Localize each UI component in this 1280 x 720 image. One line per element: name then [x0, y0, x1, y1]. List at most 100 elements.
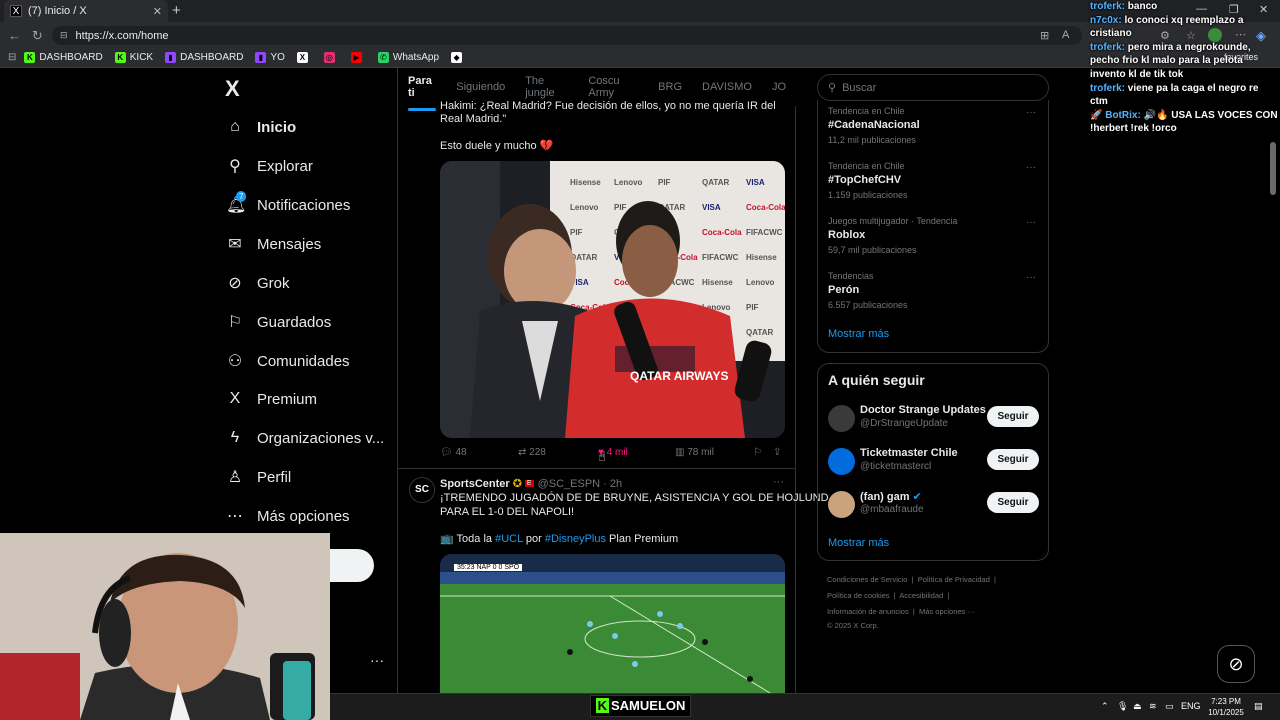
- bookmark-item[interactable]: ▶: [350, 52, 366, 63]
- bookmark-item[interactable]: ▮ YO: [255, 52, 285, 63]
- hashtag-disneyplus[interactable]: #DisneyPlus: [545, 533, 606, 545]
- bookmark-item[interactable]: X: [296, 52, 312, 63]
- menu-icon[interactable]: ⋯: [1235, 28, 1246, 41]
- follow-suggestion-avatar[interactable]: [828, 448, 855, 475]
- reply-action[interactable]: 💬︎ 48: [440, 447, 467, 458]
- bookmark-action-icon[interactable]: ⚐: [753, 447, 762, 458]
- footer-ads-info[interactable]: Información de anuncios: [827, 607, 909, 616]
- language-indicator[interactable]: ENG: [1181, 701, 1201, 711]
- copilot-icon[interactable]: ◈: [1256, 28, 1266, 44]
- footer-more[interactable]: Más opciones ···: [919, 607, 975, 616]
- sidebar-item-grok[interactable]: ⊘ Grok: [226, 271, 289, 295]
- chat-message: troferk: pero mira a negrokounde,: [1090, 41, 1251, 54]
- x-logo-icon[interactable]: X: [225, 76, 240, 102]
- usb-icon[interactable]: ⏏: [1133, 701, 1142, 712]
- chat-message: invento kl de tik tok: [1090, 68, 1183, 81]
- tab-para-ti[interactable]: Para ti: [408, 75, 437, 111]
- bookmark-item[interactable]: ▮ DASHBOARD: [165, 52, 243, 63]
- close-window-icon[interactable]: ✕: [1259, 3, 1268, 16]
- search-icon: ⚲: [828, 82, 837, 94]
- sidebar-item-explorar[interactable]: ⚲ Explorar: [226, 154, 313, 178]
- bookmark-item[interactable]: ◎: [323, 52, 339, 63]
- views-action[interactable]: ▥ 78 mil: [675, 447, 714, 458]
- interview-scene: Hisense Lenovo PIF QATAR VISA Lenovo PIF QATAR V…: [440, 161, 785, 438]
- tweet2-author-name[interactable]: SportsCenter: [440, 478, 510, 490]
- trend-more-icon[interactable]: ···: [1026, 107, 1036, 118]
- follow-suggestion-name[interactable]: (fan) gam ✔: [860, 490, 922, 503]
- reload-icon[interactable]: ↻: [32, 28, 43, 44]
- follow-suggestion-name[interactable]: Doctor Strange Updates: [860, 404, 986, 416]
- sidebar-item-guardados[interactable]: ⚐ Guardados: [226, 310, 331, 334]
- who-show-more[interactable]: Mostrar más: [828, 537, 889, 549]
- mic-icon[interactable]: 🎙︎: [1117, 701, 1128, 712]
- share-icon[interactable]: ⇪: [773, 447, 781, 458]
- close-tab-icon[interactable]: ✕: [153, 5, 162, 18]
- read-aloud-icon[interactable]: A: [1062, 29, 1069, 41]
- page-scrollbar[interactable]: [1270, 142, 1276, 195]
- chat-username: troferk:: [1090, 1, 1126, 12]
- grok-floating-icon[interactable]: ⊘: [1217, 645, 1255, 683]
- tweet1-video[interactable]: Hisense Lenovo PIF QATAR VISA Lenovo PIF QATAR V…: [440, 161, 785, 438]
- tweet2-more-icon[interactable]: ···: [773, 476, 784, 488]
- site-info-icon[interactable]: ⊟: [60, 30, 68, 41]
- sportscenter-avatar[interactable]: SC: [409, 477, 435, 503]
- bookmarks-menu-icon[interactable]: ⊟: [8, 52, 16, 63]
- retweet-action[interactable]: ⇄ 228: [518, 447, 546, 458]
- trend-more-icon[interactable]: ···: [1026, 162, 1036, 173]
- wifi-icon[interactable]: ≋: [1149, 701, 1157, 712]
- battery-icon[interactable]: ▭: [1165, 701, 1174, 712]
- bookmarks-bar: ⊟ K DASHBOARD K KICK ▮ DASHBOARD ▮ YO X ◎ ▶ ✆ WhatsA…: [0, 48, 1280, 68]
- trend-name[interactable]: #TopChefCHV: [828, 174, 901, 186]
- back-icon[interactable]: ←: [8, 28, 21, 43]
- trend-name[interactable]: Perón: [828, 284, 859, 296]
- search-box[interactable]: ⚲ Buscar: [817, 74, 1049, 101]
- footer-accessibility[interactable]: Accesibilidad: [899, 591, 943, 600]
- sidebar-item-perfil[interactable]: ♙ Perfil: [226, 465, 291, 489]
- sidebar-item-más-opciones[interactable]: ⋯ Más opciones: [226, 504, 350, 528]
- sidebar-item-organizaciones-v[interactable]: ϟ Organizaciones v...: [226, 426, 385, 450]
- bookmark-item[interactable]: K DASHBOARD: [24, 52, 103, 63]
- hashtag-ucl[interactable]: #UCL: [495, 533, 523, 545]
- trend-name[interactable]: Roblox: [828, 229, 865, 241]
- follow-suggestion-avatar[interactable]: [828, 491, 855, 518]
- trend-name[interactable]: #CadenaNacional: [828, 119, 920, 131]
- tab-brg[interactable]: BRG: [658, 81, 682, 93]
- bookmark-item[interactable]: K KICK: [114, 52, 153, 63]
- tab-coscu-army[interactable]: Coscu Army: [588, 75, 638, 99]
- trends-show-more[interactable]: Mostrar más: [828, 328, 889, 340]
- clock[interactable]: 7:23 PM 10/1/2025: [1206, 696, 1246, 718]
- follow-button[interactable]: Seguir: [987, 492, 1039, 513]
- new-tab-icon[interactable]: +: [172, 2, 181, 19]
- bookmark-item[interactable]: ◆: [451, 52, 466, 63]
- sidebar-item-inicio[interactable]: ⌂ Inicio: [226, 115, 296, 139]
- account-more-icon[interactable]: ···: [370, 652, 384, 668]
- follow-button[interactable]: Seguir: [987, 449, 1039, 470]
- bookmark-item[interactable]: ✆ WhatsApp: [377, 52, 439, 63]
- footer-terms[interactable]: Condiciones de Servicio: [827, 575, 907, 584]
- notification-center-icon[interactable]: ▤: [1254, 701, 1263, 712]
- footer-privacy[interactable]: Política de Privacidad: [918, 575, 990, 584]
- tweet2-handle[interactable]: @SC_ESPN: [538, 478, 601, 490]
- tab-siguiendo[interactable]: Siguiendo: [456, 81, 505, 93]
- sidebar-item-notificaciones[interactable]: 🔔︎ 7 Notificaciones: [226, 191, 350, 217]
- tab-jo[interactable]: JO: [772, 81, 786, 93]
- trend-more-icon[interactable]: ···: [1026, 272, 1036, 283]
- app-icon[interactable]: ⊞: [1040, 29, 1049, 42]
- tab-the-jungle[interactable]: The jungle: [525, 75, 568, 99]
- sponsor-logo-text: Lenovo: [614, 178, 643, 187]
- clock-time: 7:23 PM: [1211, 697, 1241, 706]
- sidebar-item-mensajes[interactable]: ✉ Mensajes: [226, 232, 321, 256]
- browser-tab[interactable]: X (7) Inicio / X ✕: [4, 0, 168, 22]
- follow-suggestion-avatar[interactable]: [828, 405, 855, 432]
- tab-davismo[interactable]: DAVISMO: [702, 81, 752, 93]
- sidebar-item-premium[interactable]: X Premium: [226, 387, 317, 411]
- tweet2-time[interactable]: · 2h: [603, 478, 622, 490]
- address-bar[interactable]: ⊟ https://x.com/home: [52, 26, 1082, 45]
- tweet2-video[interactable]: 35:23 NAP 0 0 SPO: [440, 554, 785, 693]
- tray-chevron-icon[interactable]: ⌃: [1101, 701, 1109, 712]
- trend-more-icon[interactable]: ···: [1026, 217, 1036, 228]
- follow-suggestion-name[interactable]: Ticketmaster Chile: [860, 447, 958, 459]
- follow-button[interactable]: Seguir: [987, 406, 1039, 427]
- sidebar-item-comunidades[interactable]: ⚇ Comunidades: [226, 349, 350, 373]
- footer-cookies[interactable]: Política de cookies: [827, 591, 890, 600]
